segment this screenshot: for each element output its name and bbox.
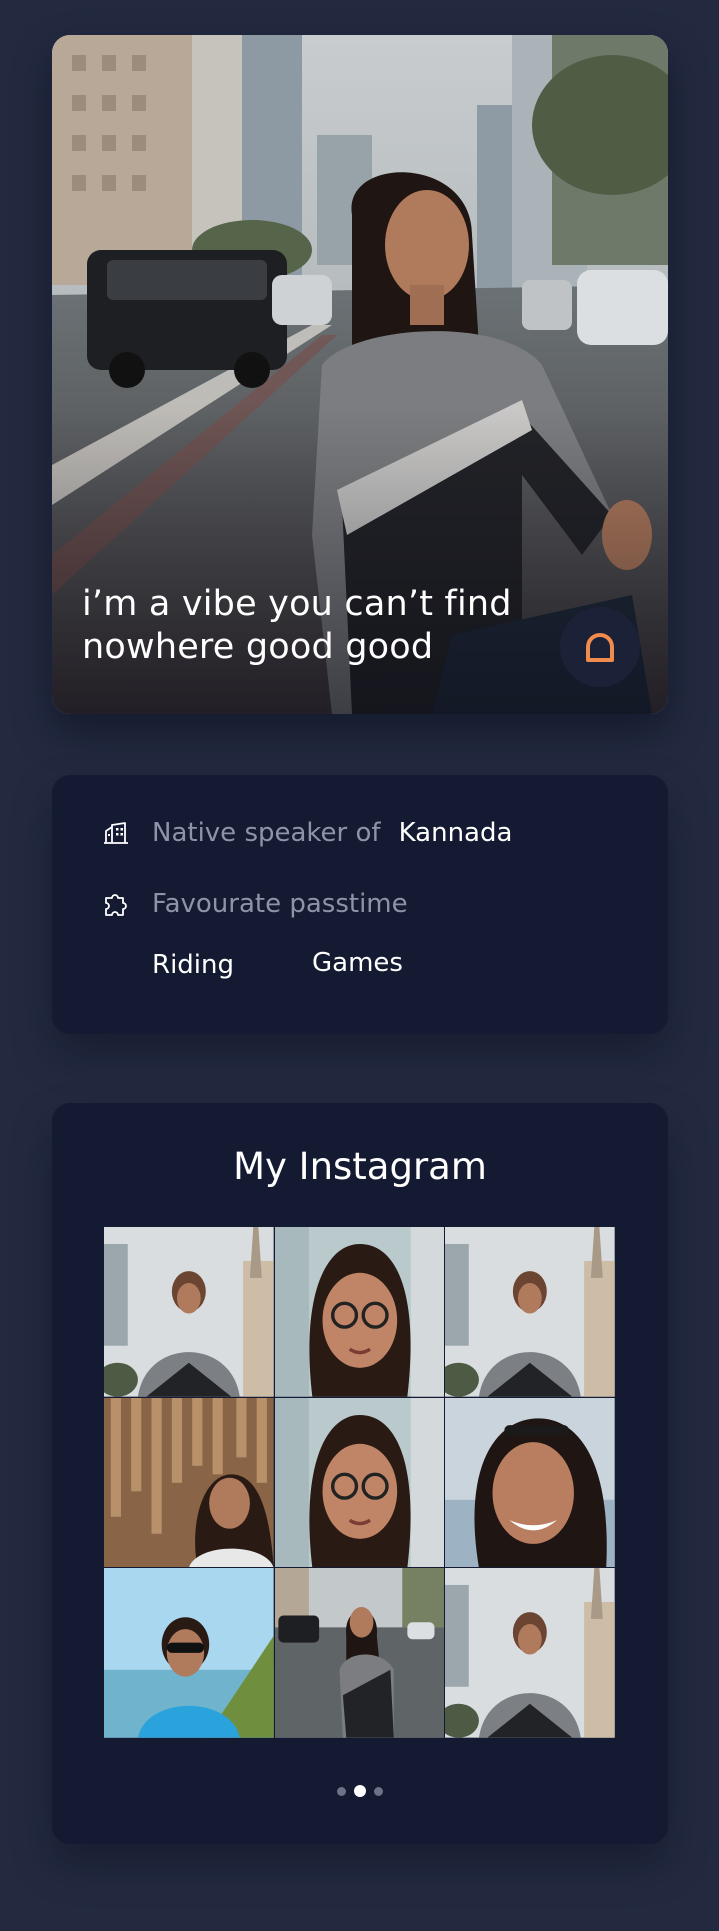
- profile-hero-card: i’m a vibe you can’t find nowhere good g…: [52, 35, 668, 714]
- passtime-tag: Games: [312, 948, 403, 978]
- instagram-photo[interactable]: [274, 1397, 445, 1568]
- language-row: Native speaker of Kannada: [102, 818, 512, 848]
- page-dot[interactable]: [374, 1786, 383, 1796]
- instagram-photo[interactable]: [274, 1568, 445, 1738]
- like-button[interactable]: [560, 607, 640, 687]
- instagram-photo[interactable]: [104, 1568, 274, 1738]
- instagram-photo[interactable]: [445, 1227, 615, 1397]
- language-label: Native speaker of: [152, 818, 381, 848]
- instagram-photo[interactable]: [445, 1568, 615, 1738]
- passtime-tag: Riding: [152, 950, 234, 980]
- buildings-icon: [102, 819, 130, 847]
- instagram-photo[interactable]: [274, 1227, 445, 1397]
- pagination-dots: [52, 1785, 668, 1797]
- passtime-label: Favourate passtime: [152, 889, 408, 919]
- passtime-row: Favourate passtime: [102, 889, 408, 919]
- instagram-photo[interactable]: [104, 1397, 274, 1568]
- profile-bio: i’m a vibe you can’t find nowhere good g…: [82, 584, 512, 667]
- puzzle-icon: [102, 890, 130, 918]
- page-dot-active[interactable]: [354, 1785, 366, 1797]
- instagram-grid: [104, 1227, 615, 1738]
- instagram-title: My Instagram: [233, 1145, 487, 1188]
- instagram-card: My Instagram: [52, 1103, 668, 1844]
- language-value: Kannada: [398, 818, 513, 848]
- info-card: Native speaker of Kannada Favourate pass…: [52, 775, 668, 1034]
- instagram-photo[interactable]: [104, 1227, 274, 1397]
- heart-outline-icon: [586, 633, 614, 662]
- page-dot[interactable]: [337, 1786, 346, 1796]
- instagram-photo[interactable]: [445, 1397, 615, 1568]
